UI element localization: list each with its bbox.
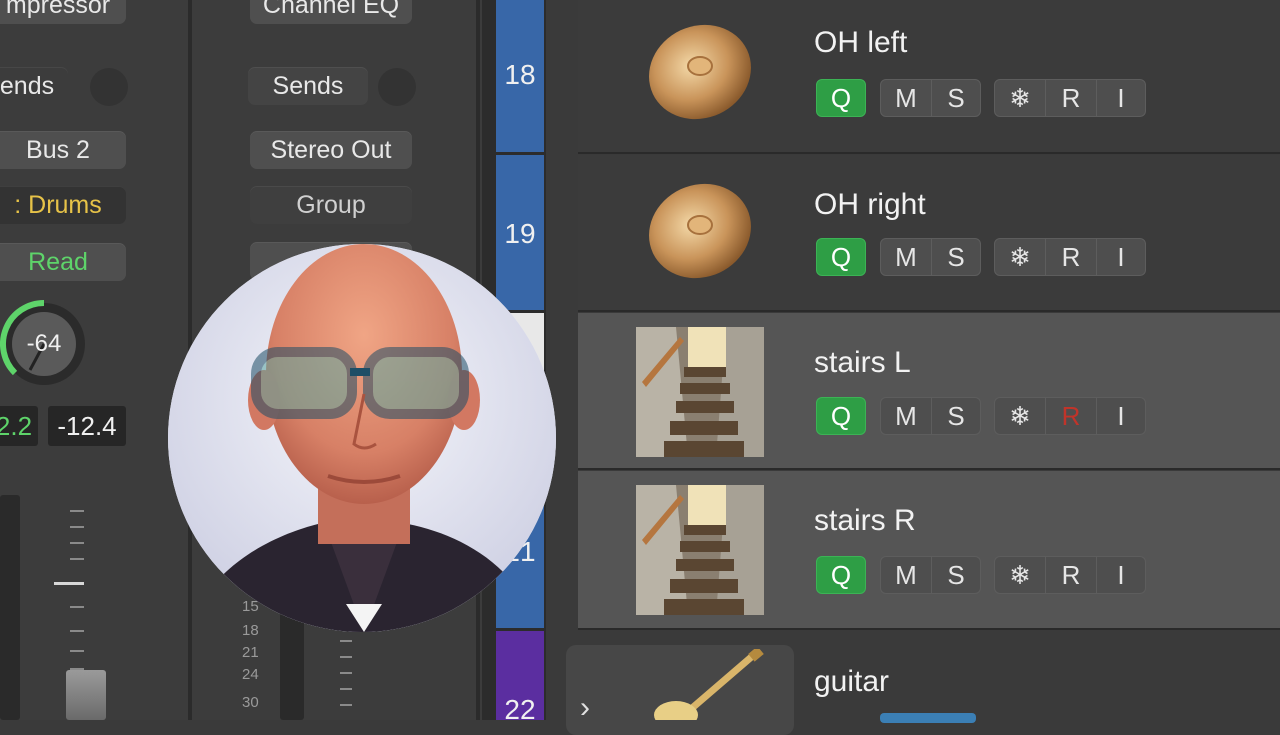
presenter-webcam-avatar (168, 244, 556, 632)
output-slot-bus2[interactable]: Bus 2 (0, 131, 126, 169)
plugin-label: Channel EQ (262, 0, 400, 19)
fader-track (0, 495, 20, 720)
input-monitor-button[interactable]: I (1096, 397, 1146, 435)
input-monitor-button[interactable]: I (1096, 79, 1146, 117)
track-name[interactable]: stairs R (814, 504, 916, 538)
gain-right-text: -12.4 (57, 410, 117, 441)
gain-left-value: 2.2 (0, 406, 38, 446)
group-slot-drums[interactable]: : Drums (0, 186, 126, 224)
cymbal-icon (649, 183, 751, 279)
sends-label: ends (0, 71, 55, 100)
input-monitor-button[interactable]: I (1096, 238, 1146, 276)
track-name[interactable]: OH left (814, 26, 907, 60)
gain-left-text: 2.2 (0, 410, 33, 441)
freeze-button[interactable]: ❄ (994, 397, 1046, 435)
freeze-button[interactable]: ❄ (994, 79, 1046, 117)
track-header-button-partial[interactable] (880, 713, 976, 723)
scale-label: 24 (242, 666, 259, 683)
sends-label: Sends (272, 71, 344, 100)
scale-label: 18 (242, 622, 259, 639)
mute-button[interactable]: M (880, 238, 932, 276)
scale-label: 30 (242, 694, 259, 711)
output-label: Bus 2 (26, 135, 90, 164)
presenter-portrait (168, 244, 556, 632)
fader-scale (340, 636, 376, 720)
track-name[interactable]: OH right (814, 188, 926, 222)
output-label: Stereo Out (270, 135, 392, 164)
gain-right-value: -12.4 (48, 406, 126, 446)
track-row-oh-right[interactable]: OH right Q M S ❄ R I (578, 155, 1280, 312)
solo-button[interactable]: S (931, 238, 981, 276)
quantize-button[interactable]: Q (816, 79, 866, 117)
track-name[interactable]: guitar (814, 665, 889, 699)
input-monitor-button[interactable]: I (1096, 556, 1146, 594)
automation-read-button[interactable]: Read (0, 243, 126, 281)
quantize-button[interactable]: Q (816, 556, 866, 594)
quantize-button[interactable]: Q (816, 238, 866, 276)
pan-value: -64 (26, 330, 62, 357)
track-row-guitar[interactable]: › guitar (566, 631, 1280, 735)
plugin-slot-channel-eq[interactable]: Channel EQ (250, 0, 412, 24)
mute-button[interactable]: M (880, 79, 932, 117)
track-number-22[interactable]: 22 (496, 690, 544, 730)
record-enable-button[interactable]: R (1045, 397, 1097, 435)
track-name[interactable]: stairs L (814, 346, 911, 380)
record-enable-button[interactable]: R (1045, 238, 1097, 276)
record-enable-button[interactable]: R (1045, 79, 1097, 117)
group-label: Group (296, 190, 366, 219)
freeze-button[interactable]: ❄ (994, 238, 1046, 276)
guitar-icon (654, 649, 764, 720)
track-row-oh-left[interactable]: OH left Q M S ❄ R I (578, 0, 1280, 154)
mute-button[interactable]: M (880, 556, 932, 594)
track-row-stairs-r[interactable]: stairs R Q M S ❄ R I (578, 471, 1280, 630)
group-label: : Drums (14, 190, 102, 219)
quantize-button[interactable]: Q (816, 397, 866, 435)
scale-label: 21 (242, 644, 259, 661)
record-enable-button[interactable]: R (1045, 556, 1097, 594)
stairs-image (636, 485, 764, 615)
solo-button[interactable]: S (931, 397, 981, 435)
mute-button[interactable]: M (880, 397, 932, 435)
sends-button[interactable]: ends (0, 67, 68, 105)
plugin-slot-compressor[interactable]: mpressor (0, 0, 126, 24)
sends-knob[interactable] (378, 68, 416, 106)
cymbal-icon (649, 24, 751, 120)
track-row-stairs-l[interactable]: stairs L Q M S ❄ R I (578, 313, 1280, 470)
sends-button[interactable]: Sends (248, 67, 368, 105)
plugin-label: mpressor (5, 0, 111, 19)
track-number-18[interactable]: 18 (496, 55, 544, 95)
output-slot-stereo-out[interactable]: Stereo Out (250, 131, 412, 169)
fader-scale: 15 18 21 24 30 (242, 596, 278, 720)
group-slot[interactable]: Group (250, 186, 412, 224)
automation-label: Read (28, 247, 88, 276)
freeze-button[interactable]: ❄ (994, 556, 1046, 594)
solo-button[interactable]: S (931, 556, 981, 594)
solo-button[interactable]: S (931, 79, 981, 117)
stairs-image (636, 327, 764, 457)
fader-handle[interactable] (66, 670, 106, 720)
sends-knob[interactable] (90, 68, 128, 106)
track-number-19[interactable]: 19 (496, 214, 544, 254)
